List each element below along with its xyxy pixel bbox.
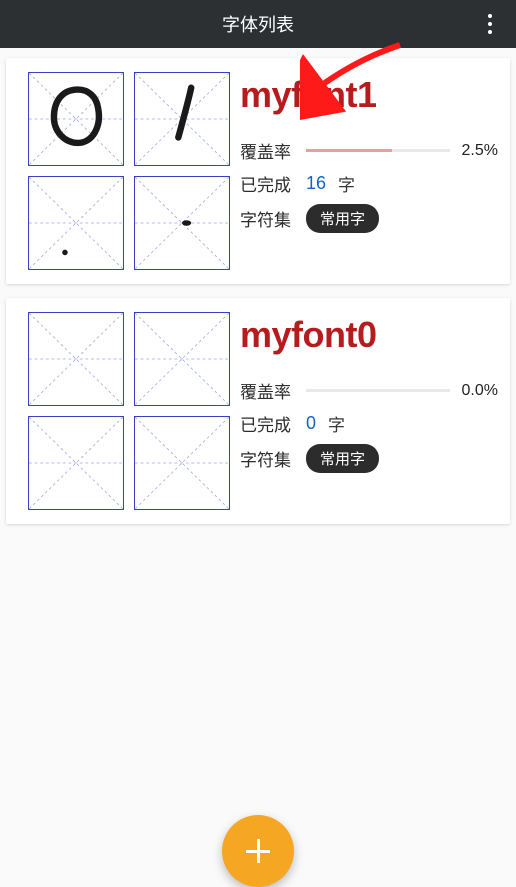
glyph-cell <box>28 416 124 510</box>
coverage-label: 覆盖率 <box>240 138 294 163</box>
font-info: myfont0 覆盖率 0.0% 已完成 0 字 字符集 常用字 <box>240 312 498 510</box>
glyph-cell <box>134 72 230 166</box>
completed-label: 已完成 <box>240 411 294 436</box>
completed-row: 已完成 16 字 <box>240 171 498 196</box>
coverage-progress <box>306 149 450 152</box>
completed-count: 16 <box>306 173 326 194</box>
glyph-cell <box>134 312 230 406</box>
font-info: myfont1 覆盖率 2.5% 已完成 16 字 字符集 常用字 <box>240 72 498 270</box>
coverage-percent: 0.0% <box>462 382 498 400</box>
coverage-progress-bar <box>306 149 392 152</box>
completed-unit: 字 <box>338 171 355 196</box>
coverage-progress <box>306 389 450 392</box>
glyph-cell <box>28 312 124 406</box>
app-bar-title: 字体列表 <box>222 11 294 37</box>
charset-label: 字符集 <box>240 206 294 231</box>
charset-label: 字符集 <box>240 446 294 471</box>
charset-pill[interactable]: 常用字 <box>306 444 379 473</box>
coverage-percent: 2.5% <box>462 142 498 160</box>
glyph-cell <box>28 72 124 166</box>
coverage-row: 覆盖率 0.0% <box>240 378 498 403</box>
font-name: myfont0 <box>240 314 498 356</box>
charset-row: 字符集 常用字 <box>240 204 498 233</box>
charset-row: 字符集 常用字 <box>240 444 498 473</box>
coverage-label: 覆盖率 <box>240 378 294 403</box>
app-bar: 字体列表 <box>0 0 516 48</box>
completed-unit: 字 <box>328 411 345 436</box>
glyph-cell <box>28 176 124 270</box>
completed-row: 已完成 0 字 <box>240 411 498 436</box>
more-vert-icon <box>488 22 492 26</box>
charset-pill[interactable]: 常用字 <box>306 204 379 233</box>
glyph-preview-grid <box>28 72 230 270</box>
glyph-preview-grid <box>28 312 230 510</box>
add-font-fab[interactable] <box>222 815 294 887</box>
font-card[interactable]: myfont0 覆盖率 0.0% 已完成 0 字 字符集 常用字 <box>6 298 510 524</box>
glyph-cell <box>134 176 230 270</box>
completed-count: 0 <box>306 413 316 434</box>
glyph-cell <box>134 416 230 510</box>
coverage-row: 覆盖率 2.5% <box>240 138 498 163</box>
completed-label: 已完成 <box>240 171 294 196</box>
overflow-menu-button[interactable] <box>470 0 510 48</box>
font-card[interactable]: myfont1 覆盖率 2.5% 已完成 16 字 字符集 常用字 <box>6 58 510 284</box>
font-list: myfont1 覆盖率 2.5% 已完成 16 字 字符集 常用字 <box>0 48 516 524</box>
font-name: myfont1 <box>240 74 498 116</box>
